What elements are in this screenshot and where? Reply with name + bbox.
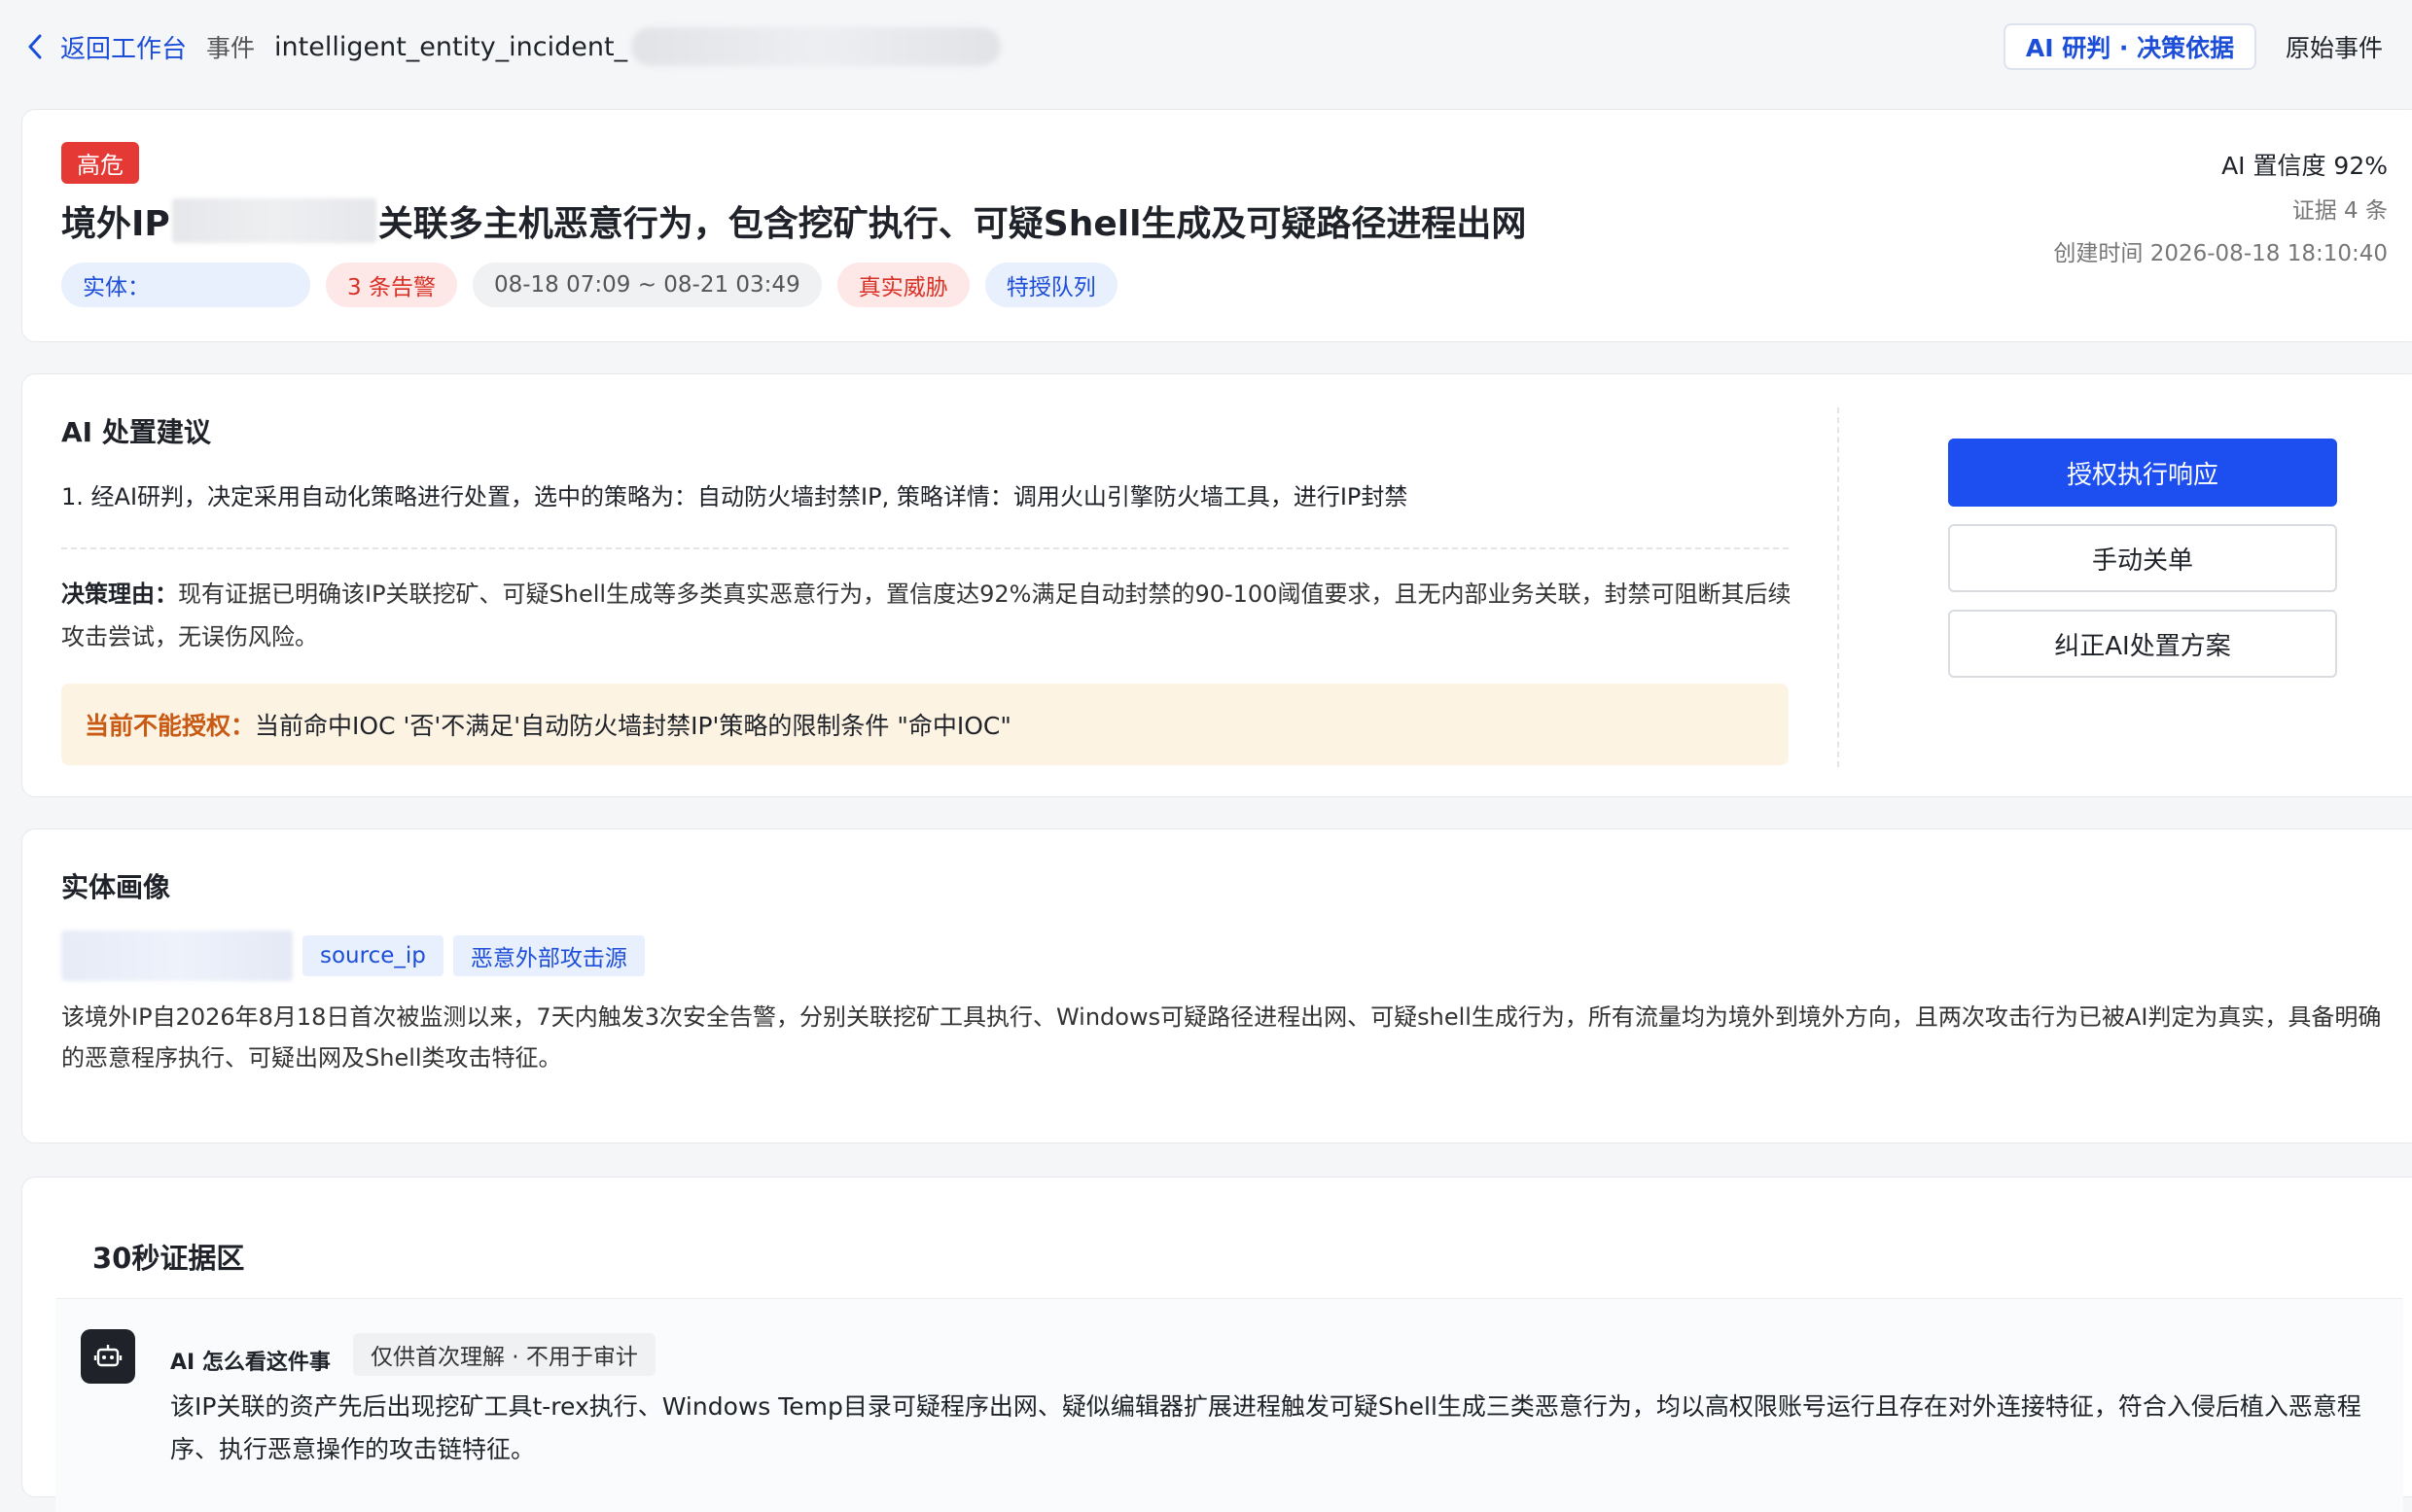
entity-chip[interactable]: 实体： [61,263,310,307]
manual-close-button[interactable]: 手动关单 [1948,524,2337,592]
ai-view-tag: 仅供首次理解 · 不用于审计 [353,1333,656,1376]
severity-badge: 高危 [61,142,139,184]
incident-header-card: 高危 境外IP 关联多主机恶意行为，包含挖矿执行、可疑Shell生成及可疑路径进… [21,109,2412,342]
reason-label: 决策理由： [61,580,178,608]
queue-chip: 特授队列 [984,263,1117,307]
entity-portrait-card: 实体画像 source_ip 恶意外部攻击源 该境外IP自2026年8月18日首… [21,828,2412,1143]
tab-raw-event[interactable]: 原始事件 [2276,23,2393,70]
portrait-tags: source_ip 恶意外部攻击源 [61,931,645,981]
created-time: 创建时间 2026-08-18 18:10:40 [2053,241,2388,266]
robot-icon [81,1329,135,1384]
ai-recommendation-card: AI 处置建议 1. 经AI研判，决定采用自动化策略进行处置，选中的策略为：自动… [21,373,2412,797]
portrait-description: 该境外IP自2026年8月18日首次被监测以来，7天内触发3次安全告警，分别关联… [61,1003,2382,1072]
back-to-workbench-link[interactable]: 返回工作台 [27,29,187,65]
title-suffix: 关联多主机恶意行为，包含挖矿执行、可疑Shell生成及可疑路径进程出网 [377,204,1527,244]
warning-label: 当前不能授权： [85,712,256,740]
incident-title: 境外IP 关联多主机恶意行为，包含挖矿执行、可疑Shell生成及可疑路径进程出网 [61,195,1526,246]
entity-role-tag: 恶意外部攻击源 [452,935,645,976]
vertical-divider [1837,407,1839,767]
section-title: AI 处置建议 [61,416,211,448]
time-range-chip: 08-18 07:09 ~ 08-21 03:49 [472,263,822,307]
authorize-response-button[interactable]: 授权执行响应 [1948,439,2337,507]
recommendation-item: 1. 经AI研判，决定采用自动化策略进行处置，选中的策略为：自动防火墙封禁IP,… [61,483,1408,510]
ai-confidence: AI 置信度 92% [2221,152,2388,180]
breadcrumb-label: 事件 [206,34,256,62]
redacted-incident-id [631,27,1002,66]
warning-text: 当前命中IOC '否'不满足'自动防火墙封禁IP'策略的限制条件 "命中IOC" [255,712,1011,740]
authorization-warning: 当前不能授权： 当前命中IOC '否'不满足'自动防火墙封禁IP'策略的限制条件… [61,684,1789,765]
ai-view-label: AI 怎么看这件事 [170,1351,331,1375]
redacted-ip [171,198,376,243]
redacted-entity [61,931,293,981]
title-prefix: 境外IP [61,204,170,244]
incident-chips: 实体： 3 条告警 08-18 07:09 ~ 08-21 03:49 真实威胁… [61,263,1117,307]
chevron-left-icon [28,34,42,59]
divider [61,547,1789,549]
entity-type-tag: source_ip [302,935,443,976]
section-title: 实体画像 [61,871,171,903]
alert-count-chip[interactable]: 3 条告警 [326,263,457,307]
section-title: 30秒证据区 [92,1242,245,1275]
evidence-count[interactable]: 证据 4 条 [2292,192,2388,225]
tab-ai-analysis[interactable]: AI 研判 · 决策依据 [2004,23,2256,70]
back-label: 返回工作台 [60,34,188,64]
incident-id: intelligent_entity_incident_ [274,31,628,62]
ai-view-text: 该IP关联的资产先后出现挖矿工具t-rex执行、Windows Temp目录可疑… [170,1392,2361,1463]
evidence-card: 30秒证据区 AI 怎么看这件事 仅供首次理解 · 不用于审计 该IP关联的资产… [21,1177,2412,1512]
decision-reason: 决策理由：现有证据已明确该IP关联挖矿、可疑Shell生成等多类真实恶意行为，置… [61,573,1802,658]
verdict-chip: 真实威胁 [836,263,970,307]
reason-text: 现有证据已明确该IP关联挖矿、可疑Shell生成等多类真实恶意行为，置信度达92… [61,580,1791,651]
correct-ai-plan-button[interactable]: 纠正AI处置方案 [1948,610,2337,678]
